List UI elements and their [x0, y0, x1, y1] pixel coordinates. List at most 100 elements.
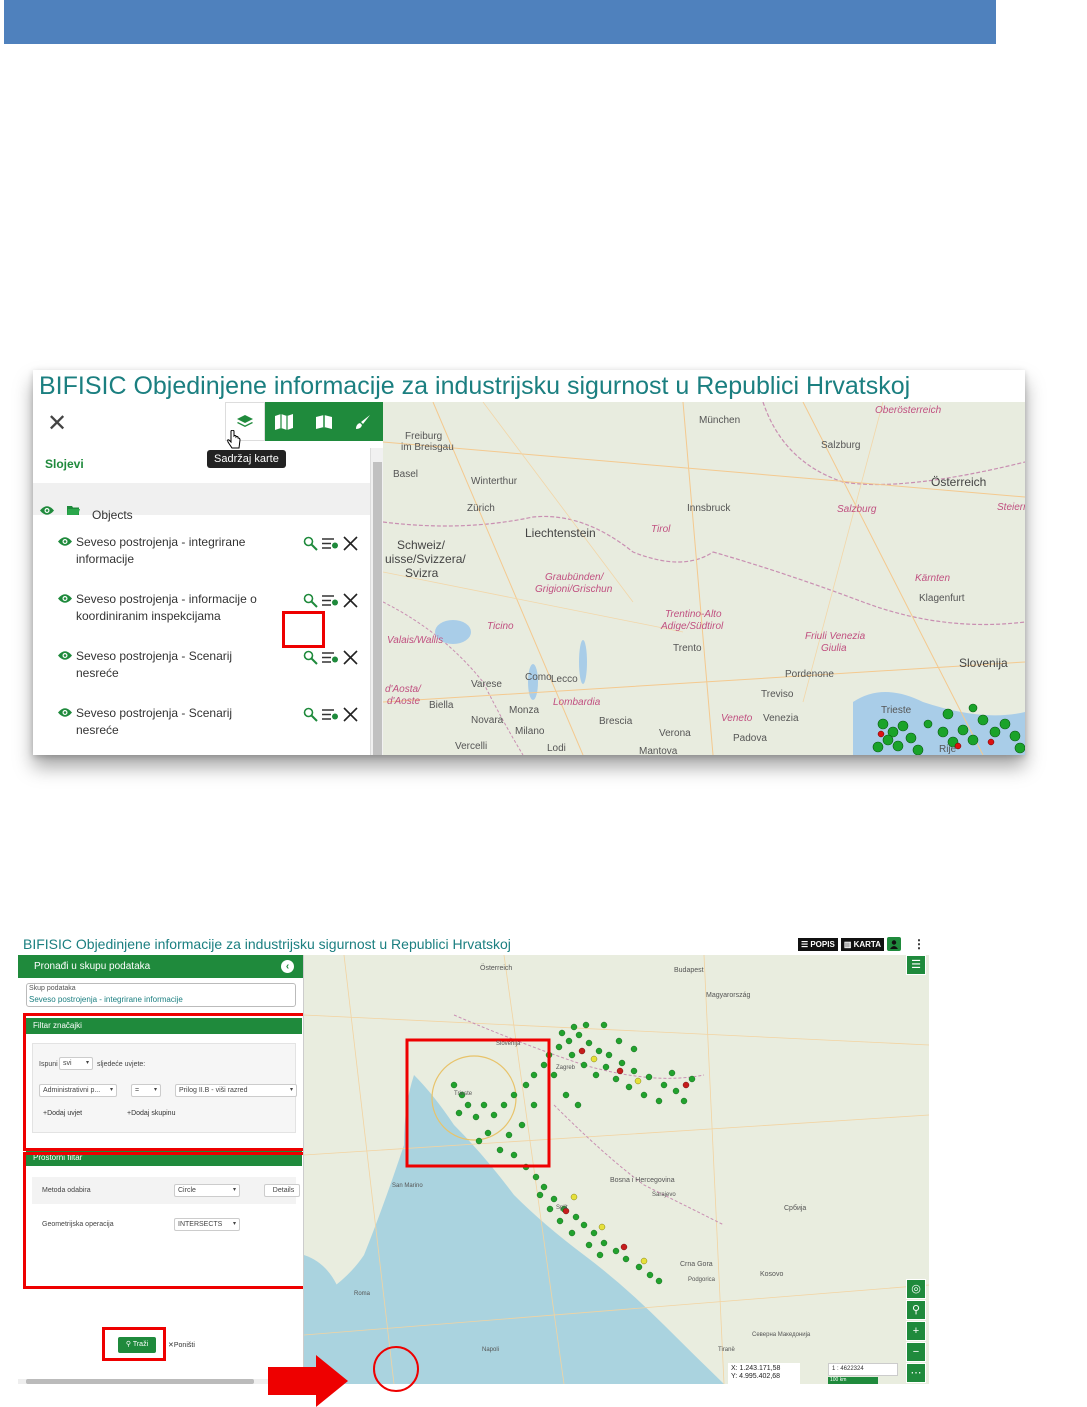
reset-link[interactable]: ✕Poništi [168, 1341, 195, 1349]
map-label: Monza [509, 705, 540, 716]
dataset-select[interactable]: Skup podataka Seveso postrojenja - integ… [26, 983, 296, 1007]
map-label: Winterthur [471, 476, 518, 487]
map-label: Lombardia [553, 697, 601, 708]
tab-book-map[interactable] [304, 402, 344, 441]
back-icon[interactable]: ‹ [281, 960, 294, 973]
map-label: Trieste [454, 1091, 473, 1097]
tab-style[interactable] [344, 402, 384, 441]
scale-bar: 100 km [828, 1377, 878, 1384]
map-label: Podgorica [688, 1277, 716, 1283]
layer-row[interactable]: Seveso postrojenja - informacije o koordi… [57, 591, 377, 631]
list-view-button[interactable]: ☰ POPIS [797, 937, 838, 951]
map-icon [275, 413, 294, 430]
map-base [304, 955, 929, 1384]
search-icon[interactable] [303, 593, 318, 608]
layer-row[interactable]: Seveso postrojenja - Scenarij nesreće [57, 705, 377, 745]
more-button[interactable]: ⋯ [906, 1363, 926, 1383]
remove-icon[interactable] [343, 707, 358, 722]
map-label: Zürich [467, 503, 495, 514]
map-label: Freiburg [405, 431, 443, 442]
map-label: Trentino-Alto [665, 609, 722, 620]
zoom-in-button[interactable]: + [906, 1321, 926, 1341]
map-label: Klagenfurt [919, 593, 965, 604]
layers-panel: ✕ Sadržaj karte Slojevi Objects Seveso p… [33, 402, 383, 755]
eye-icon[interactable] [57, 707, 73, 718]
red-arrow-icon [268, 1355, 348, 1407]
eye-icon[interactable] [57, 650, 73, 661]
group-label: Objects [92, 508, 133, 522]
section-title: Slojevi [45, 457, 84, 471]
coord-x: X: 1.243.171,58 [731, 1365, 781, 1372]
dataset-label: Skup podataka [29, 985, 76, 992]
filter-icon[interactable] [322, 708, 339, 721]
map-menu-button[interactable]: ☰ [906, 955, 926, 975]
scale-select[interactable]: 1 : 4622324 [828, 1363, 898, 1376]
search-icon[interactable] [303, 650, 318, 665]
hscrollbar-thumb[interactable] [26, 1379, 254, 1384]
panel-scrollbar[interactable] [370, 448, 383, 755]
highlight-search-button [102, 1327, 166, 1361]
app-title: BIFISIC Objedinjene informacije za indus… [39, 372, 911, 400]
map-label: Liechtenstein [525, 526, 596, 540]
layer-row[interactable]: Seveso postrojenja - Scenarij nesreće [57, 648, 377, 688]
header-badges: ☰ POPIS ▥ KARTA [797, 937, 901, 951]
filter-icon[interactable] [322, 594, 339, 607]
map-label: Rije [939, 744, 957, 755]
dataset-value: Seveso postrojenja - integrirane informa… [29, 995, 183, 1004]
highlight-search-icon [282, 611, 325, 648]
map-label: Oberösterreich [875, 405, 942, 416]
map-label: Lecco [551, 674, 578, 685]
brush-icon [356, 414, 371, 429]
menu-kebab-icon[interactable]: ⋮ [913, 937, 925, 951]
layer-name: Seveso postrojenja - informacije o koordi… [76, 592, 257, 623]
panel-hscrollbar[interactable] [18, 1379, 303, 1384]
layer-actions [303, 536, 358, 551]
tab-map[interactable] [265, 402, 305, 441]
coord-y: Y: 4.995.402,68 [731, 1373, 781, 1380]
map-label: Mantova [639, 746, 678, 755]
map-label: Kärnten [915, 573, 951, 584]
filter-icon[interactable] [322, 651, 339, 664]
panel-title: Pronađi u skupu podataka [34, 961, 151, 972]
map-label: Venezia [763, 713, 799, 724]
user-icon[interactable] [887, 937, 901, 951]
map-view-button[interactable]: ▥ KARTA [840, 937, 884, 951]
map-label: d'Aoste [387, 696, 421, 707]
map-label: Slovenija [959, 656, 1008, 670]
map-label: Milano [515, 726, 545, 737]
map-label: Innsbruck [687, 503, 731, 514]
remove-icon[interactable] [343, 650, 358, 665]
zoom-out-button[interactable]: − [906, 1342, 926, 1362]
highlight-spatial-section [23, 1152, 303, 1289]
layer-row[interactable]: Seveso postrojenja - integrirane informac… [57, 534, 377, 574]
remove-icon[interactable] [343, 593, 358, 608]
scrollbar-thumb[interactable] [373, 462, 382, 755]
map-label: München [699, 415, 741, 426]
map-view[interactable]: Oberösterreich München Freiburg im Breis… [383, 402, 1025, 755]
map-label: Lodi [547, 743, 566, 754]
search-icon[interactable] [303, 536, 318, 551]
map-label: Bosna i Hercegovina [610, 1177, 675, 1184]
map-view[interactable]: Österreich Budapest Magyarország Sloveni… [304, 955, 929, 1384]
search-icon[interactable] [303, 707, 318, 722]
map-label: Treviso [761, 689, 794, 700]
layer-group-objects[interactable]: Objects [39, 498, 133, 522]
eye-icon[interactable] [39, 505, 55, 516]
marker-button[interactable]: ⚲ [906, 1300, 926, 1320]
map-label: Giulia [821, 643, 847, 654]
locate-button[interactable]: ◎ [906, 1279, 926, 1299]
eye-icon[interactable] [57, 593, 73, 604]
eye-icon[interactable] [57, 536, 73, 547]
reset-label: Poništi [173, 1342, 195, 1349]
map-label: Slovenija [496, 1041, 521, 1047]
map-label: Pordenone [785, 669, 834, 680]
map-label: Zagreb [556, 1065, 576, 1071]
coordinates-readout: X: 1.243.171,58 Y: 4.995.402,68 [728, 1363, 800, 1384]
map-label: Grigioni/Grischun [535, 584, 613, 595]
filter-icon[interactable] [322, 537, 339, 550]
remove-icon[interactable] [343, 536, 358, 551]
map-label: Ticino [487, 621, 514, 632]
map-label: Split [556, 1205, 568, 1211]
map-label: Österreich [480, 965, 513, 972]
close-icon[interactable]: ✕ [47, 412, 67, 436]
